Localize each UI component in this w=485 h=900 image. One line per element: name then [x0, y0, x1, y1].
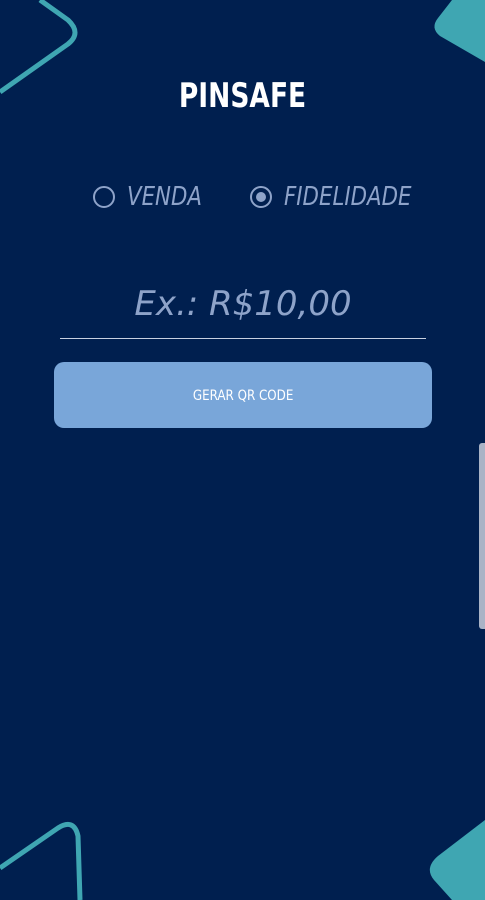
bottom-left-shape	[0, 821, 83, 900]
generate-qr-code-label: GERAR QR CODE	[192, 388, 294, 404]
radio-option-venda[interactable]: VENDA	[93, 182, 218, 212]
radio-checked-icon[interactable]	[250, 186, 273, 208]
amount-input[interactable]	[60, 276, 426, 332]
top-right-shape	[434, 0, 485, 62]
radio-unchecked-icon[interactable]	[93, 186, 115, 208]
radio-option-fidelidade[interactable]: FIDELIDADE	[250, 182, 439, 212]
radio-label-fidelidade: FIDELIDADE	[284, 182, 412, 212]
mode-radio-group: VENDA FIDELIDADE	[93, 180, 440, 214]
scrollbar-handle[interactable]	[479, 443, 485, 629]
generate-qr-code-button[interactable]: GERAR QR CODE	[54, 362, 432, 428]
bottom-right-shape	[429, 820, 485, 900]
radio-label-venda: VENDA	[127, 182, 203, 212]
background-decoration	[0, 0, 485, 900]
app-title: PINSAFE	[178, 76, 307, 116]
amount-field-container	[60, 276, 426, 339]
